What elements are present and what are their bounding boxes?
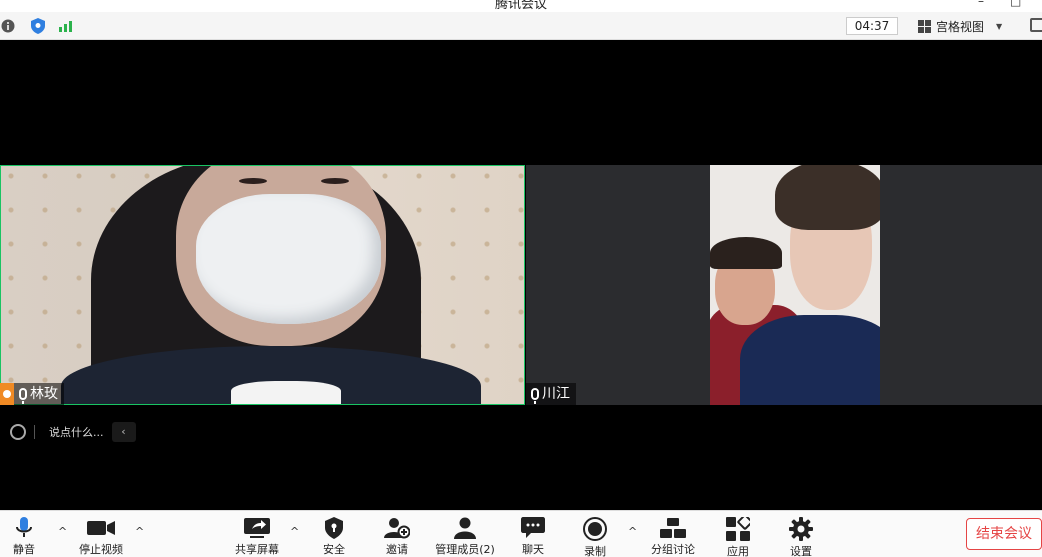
microphone-icon xyxy=(15,517,33,539)
video-stage: 林玫 川江 说点什么... ‹ xyxy=(0,40,1042,510)
apps-button[interactable]: 应用 xyxy=(706,517,770,557)
security-label: 安全 xyxy=(323,543,345,556)
host-icon xyxy=(0,383,14,405)
record-button[interactable]: 录制 xyxy=(563,517,627,557)
shield-icon xyxy=(325,517,343,539)
manage-members-label: 管理成员(2) xyxy=(435,543,495,556)
video-tile-participant-1[interactable] xyxy=(0,165,525,405)
security-button[interactable]: 安全 xyxy=(302,517,366,557)
record-label: 录制 xyxy=(584,545,606,557)
breakout-rooms-button[interactable]: 分组讨论 xyxy=(641,517,705,557)
participant-name-tag: 川江 xyxy=(526,383,576,405)
meeting-info-bar: 04:37 宫格视图 ▼ xyxy=(0,12,1042,40)
camera-icon xyxy=(87,517,115,539)
maximize-button[interactable]: □ xyxy=(1010,0,1021,8)
add-user-icon xyxy=(384,517,410,539)
mute-label: 静音 xyxy=(13,543,35,556)
manage-members-button[interactable]: 管理成员(2) xyxy=(429,517,501,557)
breakout-rooms-icon xyxy=(660,517,686,539)
mute-button[interactable]: 静音 xyxy=(0,517,56,557)
collapse-chat-button[interactable]: ‹ xyxy=(111,422,136,442)
chat-icon xyxy=(521,517,545,539)
members-icon xyxy=(453,517,477,539)
settings-label: 设置 xyxy=(790,545,812,557)
breakout-rooms-label: 分组讨论 xyxy=(651,543,695,556)
audio-options-caret[interactable]: ^ xyxy=(58,525,67,538)
apps-icon xyxy=(726,517,750,541)
invite-label: 邀请 xyxy=(386,543,408,556)
record-options-caret[interactable]: ^ xyxy=(628,525,637,538)
emoji-icon[interactable] xyxy=(10,424,26,440)
info-icon[interactable] xyxy=(0,18,16,34)
shield-icon[interactable] xyxy=(30,18,46,34)
signal-icon[interactable] xyxy=(58,18,74,34)
end-meeting-button[interactable]: 结束会议 xyxy=(966,518,1042,550)
share-options-caret[interactable]: ^ xyxy=(290,525,299,538)
apps-label: 应用 xyxy=(727,545,749,557)
stop-video-button[interactable]: 停止视频 xyxy=(69,517,133,557)
minimize-button[interactable]: – xyxy=(978,0,984,8)
participant-name: 川江 xyxy=(542,386,570,402)
view-mode-label: 宫格视图 xyxy=(936,19,985,34)
meeting-timer: 04:37 xyxy=(846,17,898,35)
chevron-down-icon: ▼ xyxy=(996,21,1003,31)
view-mode-dropdown[interactable]: 宫格视图 ▼ xyxy=(912,17,1020,35)
invite-button[interactable]: 邀请 xyxy=(365,517,429,557)
record-icon xyxy=(583,517,607,541)
share-screen-icon xyxy=(244,517,270,539)
gear-icon xyxy=(789,517,813,541)
chat-label: 聊天 xyxy=(522,543,544,556)
meeting-toolbar: 静音 ^ 停止视频 ^ 共享屏幕 ^ 安全 邀请 管理成员(2) 聊天 录制 ^… xyxy=(0,510,1042,557)
window-title: 腾讯会议 xyxy=(494,0,547,12)
quick-chat-bar: 说点什么... ‹ xyxy=(0,418,160,446)
share-screen-label: 共享屏幕 xyxy=(235,543,279,556)
chat-button[interactable]: 聊天 xyxy=(501,517,565,557)
microphone-icon xyxy=(531,388,539,404)
participant-video xyxy=(710,165,880,405)
title-bar: 腾讯会议 – □ xyxy=(0,0,1042,12)
grid-icon xyxy=(918,19,931,33)
stop-video-label: 停止视频 xyxy=(79,543,123,556)
fullscreen-icon[interactable] xyxy=(1030,18,1042,32)
participant-name: 林玫 xyxy=(30,386,58,402)
settings-button[interactable]: 设置 xyxy=(769,517,833,557)
video-options-caret[interactable]: ^ xyxy=(135,525,144,538)
video-tile-participant-2[interactable] xyxy=(526,165,1042,405)
microphone-icon xyxy=(19,388,27,404)
share-screen-button[interactable]: 共享屏幕 xyxy=(225,517,289,557)
participant-name-tag: 林玫 xyxy=(0,383,64,405)
chat-input[interactable]: 说点什么... xyxy=(49,424,104,440)
